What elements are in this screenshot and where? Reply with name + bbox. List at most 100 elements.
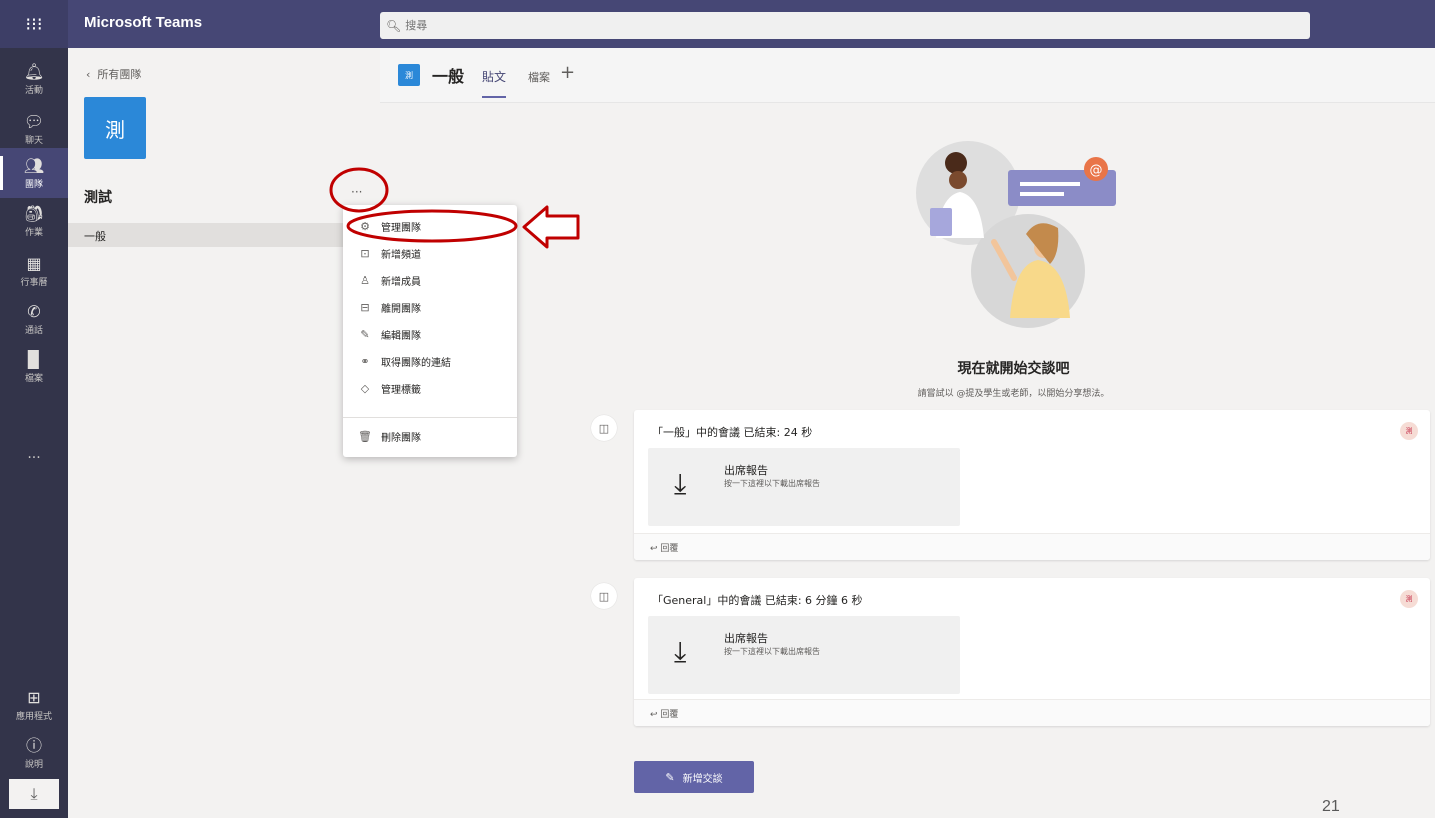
tab-posts[interactable]: 貼文 — [482, 68, 507, 98]
compose-icon: ✎ — [665, 770, 675, 784]
tag-icon: ◇ — [360, 381, 370, 395]
report-description: 按一下這裡以下載出席報告 — [724, 647, 820, 656]
menu-item-edit-team[interactable]: ✎ 編輯團隊 — [343, 321, 517, 347]
rail-item-assignments[interactable]: 🎒︎ 作業 — [0, 196, 68, 246]
attendance-report-card[interactable]: ⤓ 出席報告 按一下這裡以下載出席報告 — [648, 448, 960, 526]
app-title: Microsoft Teams — [84, 14, 203, 31]
team-avatar: 測 — [84, 97, 146, 159]
link-icon: ⚭ — [360, 354, 370, 368]
search-box[interactable]: 🔍︎ — [380, 12, 1310, 39]
trash-icon: 🗑︎ — [358, 429, 372, 443]
menu-item-manage-tags[interactable]: ◇ 管理標籤 — [343, 375, 517, 401]
assignments-icon: 🎒︎ — [23, 203, 45, 223]
menu-item-label: 管理團隊 — [381, 222, 421, 234]
menu-divider — [343, 417, 517, 418]
rail-item-activity[interactable]: 🔔︎ 活動 — [0, 54, 68, 104]
reply-button[interactable]: ↩ 回覆 — [634, 699, 1430, 726]
app-rail: 🔔︎ 活動 💬︎ 聊天 👥︎ 團隊 🎒︎ 作業 ▦ 行事曆 ✆ 通話 ▉ 檔案 … — [0, 48, 68, 818]
rail-item-label: 聊天 — [24, 135, 43, 146]
top-bar: ⁝⁝⁝ Microsoft Teams 🔍︎ — [0, 0, 1435, 48]
menu-item-label: 取得團隊的連結 — [381, 357, 451, 369]
pencil-icon: ✎ — [360, 327, 370, 341]
tab-files[interactable]: 檔案 — [528, 69, 550, 85]
reply-label: ↩ 回覆 — [650, 541, 678, 554]
rail-item-label: 團隊 — [24, 179, 43, 190]
chevron-left-icon: ‹ — [86, 68, 91, 81]
slide-page-number: 21 — [1322, 798, 1340, 815]
menu-item-label: 新增頻道 — [381, 249, 421, 261]
download-icon: ⤓ — [674, 635, 687, 668]
help-icon: ⓘ — [25, 735, 42, 755]
rail-more-button[interactable]: ··· — [0, 450, 68, 466]
waffle-icon: ⁝⁝⁝ — [25, 13, 43, 35]
rail-item-files[interactable]: ▉ 檔案 — [0, 342, 68, 392]
menu-item-label: 刪除團隊 — [381, 432, 421, 444]
menu-item-label: 編輯團隊 — [381, 330, 421, 342]
rail-item-label: 檔案 — [24, 373, 43, 384]
gear-icon: ⚙ — [360, 219, 370, 233]
meeting-post: 「General」中的會議 已結束: 6 分鐘 6 秒 測 ⤓ 出席報告 按一下… — [634, 578, 1430, 726]
attendance-report-card[interactable]: ⤓ 出席報告 按一下這裡以下載出席報告 — [648, 616, 960, 694]
menu-item-delete-team[interactable]: 🗑︎ 刪除團隊 — [343, 423, 517, 449]
search-input[interactable] — [405, 19, 806, 32]
add-tab-button[interactable]: + — [560, 62, 575, 83]
rail-item-help[interactable]: ⓘ 說明 — [0, 728, 68, 778]
reply-icon: ↩ — [650, 710, 658, 720]
rail-item-label: 說明 — [24, 759, 43, 770]
new-conversation-button[interactable]: ✎ 新增交談 — [634, 761, 754, 793]
channel-label: 一般 — [84, 230, 106, 243]
rail-item-label: 活動 — [24, 85, 43, 96]
avatar: 測 — [1400, 422, 1418, 440]
menu-item-label: 離開團隊 — [381, 303, 421, 315]
search-icon: 🔍︎ — [386, 18, 402, 33]
download-app-button[interactable]: ⤓ — [9, 779, 59, 809]
svg-text:@: @ — [1090, 163, 1103, 178]
leave-team-icon: ⊟ — [360, 300, 370, 314]
new-conversation-label: 新增交談 — [682, 773, 723, 785]
team-options-menu: ⚙ 管理團隊 ⊡ 新增頻道 ♙ 新增成員 ⊟ 離開團隊 ✎ 編輯團隊 ⚭ 取得團… — [343, 205, 517, 457]
reply-button[interactable]: ↩ 回覆 — [634, 533, 1430, 560]
team-more-options-button[interactable]: ··· — [351, 185, 362, 199]
apps-icon: ⊞ — [27, 687, 41, 707]
rail-item-label: 應用程式 — [15, 711, 52, 722]
add-channel-icon: ⊡ — [360, 246, 370, 260]
avatar: 測 — [1400, 590, 1418, 608]
menu-item-label: 管理標籤 — [381, 384, 421, 396]
download-icon: ⤓ — [30, 784, 38, 803]
calendar-icon: ▦ — [26, 253, 42, 273]
menu-item-get-link[interactable]: ⚭ 取得團隊的連結 — [343, 348, 517, 374]
channel-main: 測 一般 貼文 檔案 + @ 現在就開始交談吧 請嘗試以 @提及學生或老師，以開… — [380, 48, 1435, 818]
welcome-illustration: @ — [916, 141, 1116, 328]
rail-item-calendar[interactable]: ▦ 行事曆 — [0, 246, 68, 296]
menu-item-manage-team[interactable]: ⚙ 管理團隊 — [343, 213, 517, 239]
back-link-label: 所有團隊 — [97, 68, 142, 81]
welcome-title: 現在就開始交談吧 — [957, 361, 1070, 377]
rail-item-apps[interactable]: ⊞ 應用程式 — [0, 680, 68, 730]
phone-icon: ✆ — [27, 301, 41, 321]
chat-icon: 💬︎ — [23, 111, 45, 131]
file-icon: ▉ — [27, 349, 41, 369]
reply-label: ↩ 回覆 — [650, 707, 678, 720]
rail-item-label: 通話 — [24, 325, 43, 336]
rail-item-label: 作業 — [24, 227, 43, 238]
reply-text: 回覆 — [660, 544, 679, 554]
menu-item-add-channel[interactable]: ⊡ 新增頻道 — [343, 240, 517, 266]
meeting-post: 「一般」中的會議 已結束: 24 秒 測 ⤓ 出席報告 按一下這裡以下載出席報告… — [634, 410, 1430, 560]
post-title: 「一般」中的會議 已結束: 24 秒 — [652, 426, 813, 439]
channel-header: 測 一般 貼文 檔案 + — [380, 48, 1435, 103]
rail-item-teams[interactable]: 👥︎ 團隊 — [0, 148, 68, 198]
report-title: 出席報告 — [724, 632, 768, 645]
meeting-icon: ◫ — [591, 583, 617, 609]
post-title: 「General」中的會議 已結束: 6 分鐘 6 秒 — [652, 594, 863, 607]
rail-item-calls[interactable]: ✆ 通話 — [0, 294, 68, 344]
teams-icon: 👥︎ — [23, 155, 45, 175]
menu-item-leave-team[interactable]: ⊟ 離開團隊 — [343, 294, 517, 320]
rail-item-chat[interactable]: 💬︎ 聊天 — [0, 104, 68, 154]
menu-item-add-member[interactable]: ♙ 新增成員 — [343, 267, 517, 293]
team-panel: ‹ 所有團隊 測 測試 ··· 一般 — [68, 48, 380, 818]
channel-item-general[interactable]: 一般 — [68, 223, 380, 247]
channel-avatar: 測 — [398, 64, 420, 86]
report-description: 按一下這裡以下載出席報告 — [724, 479, 820, 488]
back-to-all-teams-link[interactable]: ‹ 所有團隊 — [86, 66, 141, 82]
app-launcher-button[interactable]: ⁝⁝⁝ — [0, 0, 68, 48]
